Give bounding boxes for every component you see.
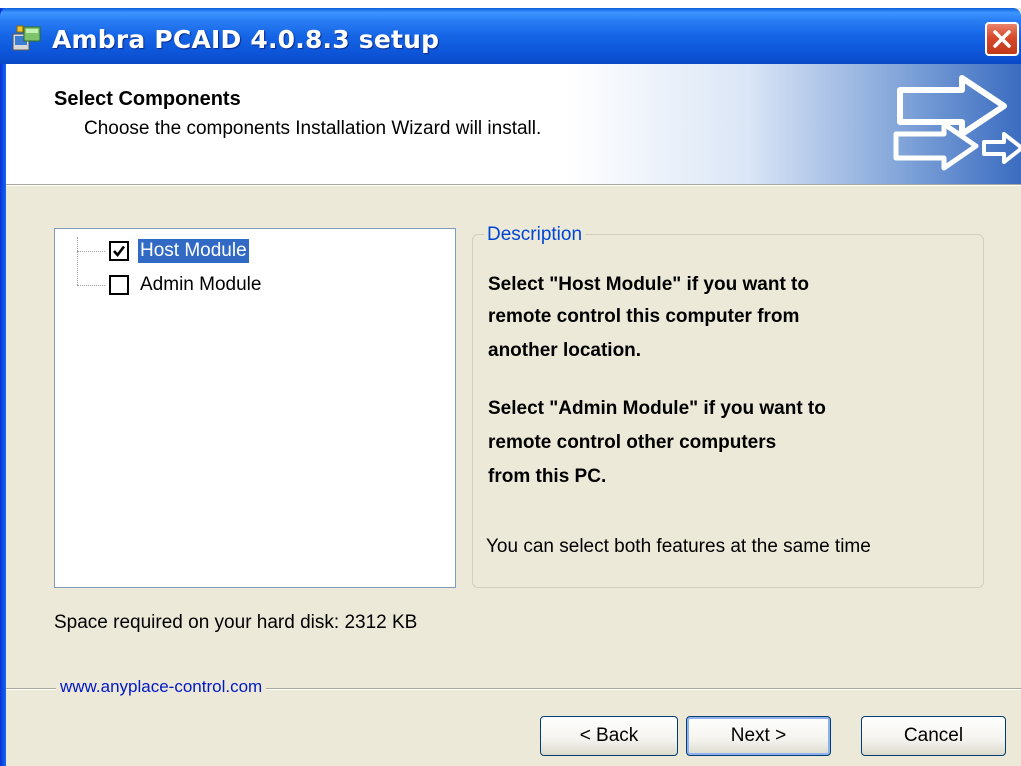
admin-description-line: remote control other computers (488, 432, 777, 453)
host-description-line: remote control this computer from (488, 306, 800, 327)
website-link[interactable]: www.anyplace-control.com (56, 677, 267, 697)
space-required-text: Space required on your hard disk: 2312 K… (54, 612, 418, 633)
tree-item-host-module[interactable]: Host Module (109, 239, 409, 263)
title-bar[interactable]: Ambra PCAID 4.0.8.3 setup (0, 8, 1021, 64)
check-icon (113, 245, 126, 258)
next-button[interactable]: Next > (686, 716, 831, 756)
description-note: You can select both features at the same… (486, 536, 871, 557)
tree-line (77, 285, 105, 286)
wizard-header: Select Components Choose the components … (6, 64, 1021, 184)
page-title: Select Components (54, 88, 241, 110)
admin-description-line: Select "Admin Module" if you want to (488, 398, 826, 419)
admin-module-label[interactable]: Admin Module (138, 273, 263, 297)
cancel-button[interactable]: Cancel (861, 716, 1006, 756)
tree-line (77, 251, 105, 252)
page-subtitle: Choose the components Installation Wizar… (84, 118, 542, 139)
host-description-line: Select "Host Module" if you want to (488, 274, 809, 295)
installer-icon (12, 24, 42, 52)
host-module-checkbox[interactable] (109, 241, 129, 261)
components-tree[interactable]: Host Module Admin Module (54, 228, 456, 588)
admin-module-checkbox[interactable] (109, 275, 129, 295)
tree-item-admin-module[interactable]: Admin Module (109, 273, 409, 297)
close-button[interactable] (985, 22, 1019, 56)
arrows-icon (892, 72, 1021, 184)
header-divider (6, 184, 1021, 186)
window-title: Ambra PCAID 4.0.8.3 setup (52, 25, 440, 54)
back-button[interactable]: < Back (540, 716, 678, 756)
host-module-label[interactable]: Host Module (138, 239, 249, 263)
close-icon (993, 30, 1011, 48)
tree-line (77, 237, 78, 285)
description-legend: Description (484, 224, 586, 246)
admin-description-line: from this PC. (488, 466, 607, 487)
host-description-line: another location. (488, 340, 642, 361)
